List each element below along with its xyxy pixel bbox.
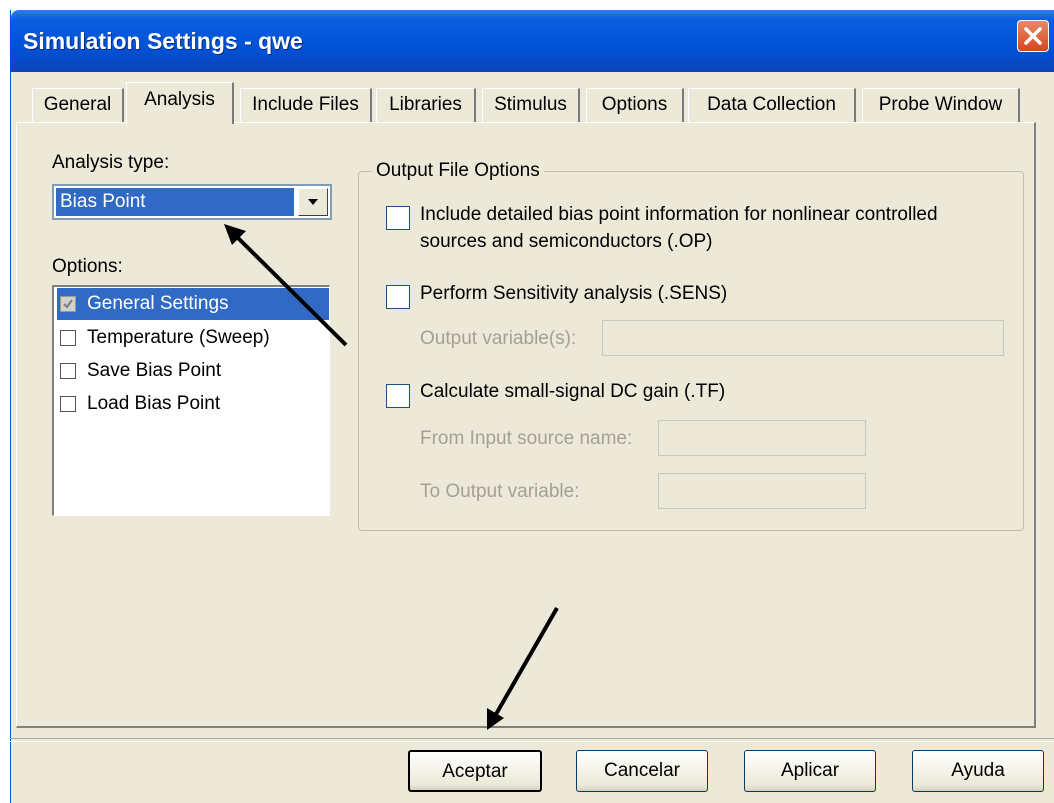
annotation-arrow-accept (487, 607, 559, 730)
annotation-arrows (224, 224, 559, 730)
annotation-arrow-dropdown (224, 224, 348, 347)
